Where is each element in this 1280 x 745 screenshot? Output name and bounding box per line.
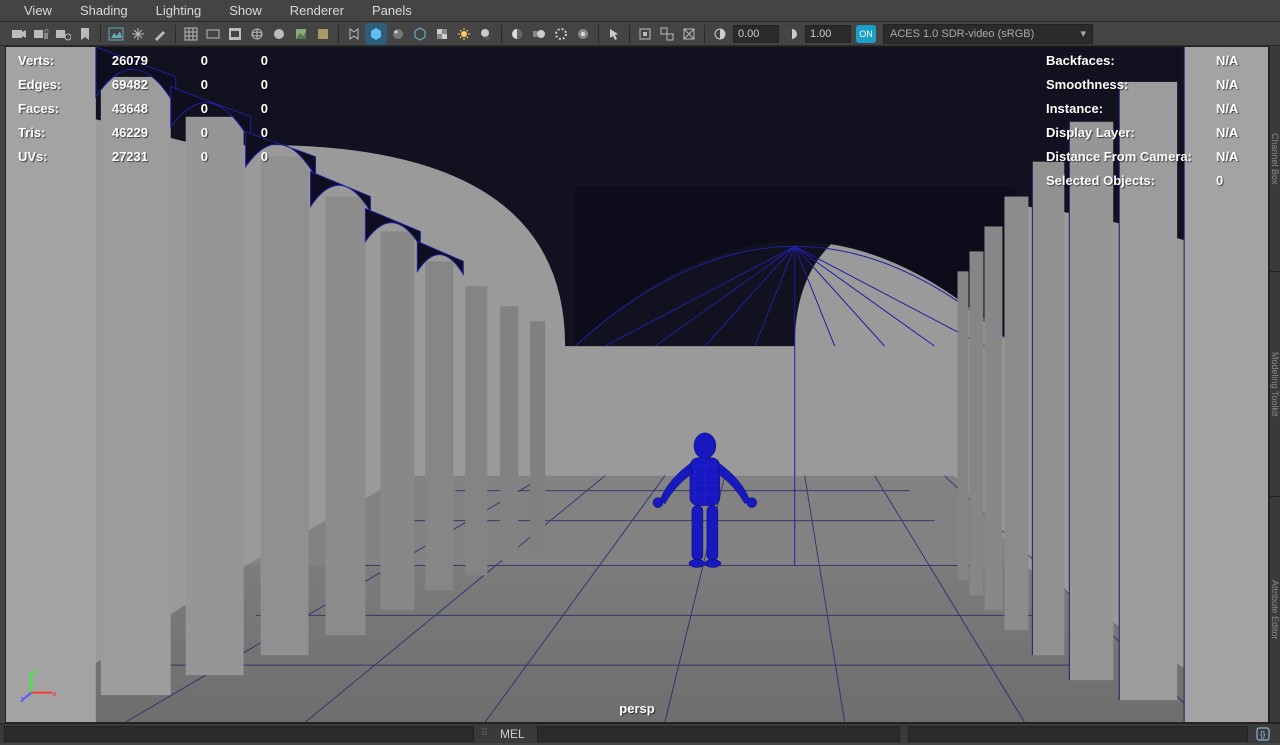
gamma-icon[interactable] — [781, 23, 803, 45]
viewport-frame: Verts:2607900 Edges:6948200 Faces:436480… — [5, 46, 1269, 723]
panel-toolbar: 0.00 1.00 ON ACES 1.0 SDR-video (sRGB) ▾ — [0, 22, 1280, 46]
separator — [598, 25, 599, 43]
script-editor-icon[interactable]: {} — [1252, 723, 1274, 745]
menu-shading[interactable]: Shading — [66, 1, 142, 20]
command-result — [908, 726, 1248, 742]
view-axis-gizmo: y x z — [20, 666, 58, 704]
menu-show[interactable]: Show — [215, 1, 276, 20]
separator — [501, 25, 502, 43]
menu-lighting[interactable]: Lighting — [142, 1, 216, 20]
exposure-field[interactable]: 0.00 — [733, 25, 779, 43]
ao-icon[interactable] — [506, 23, 528, 45]
separator — [338, 25, 339, 43]
exposure-icon[interactable] — [709, 23, 731, 45]
camera-settings-icon[interactable] — [52, 23, 74, 45]
help-line — [4, 726, 474, 742]
menu-panels[interactable]: Panels — [358, 1, 426, 20]
xray-joints-icon[interactable] — [387, 23, 409, 45]
menu-renderer[interactable]: Renderer — [276, 1, 358, 20]
gamma-field[interactable]: 1.00 — [805, 25, 851, 43]
separator — [100, 25, 101, 43]
color-mgmt-toggle[interactable]: ON — [856, 25, 876, 43]
menu-view[interactable]: View — [10, 1, 66, 20]
svg-text:y: y — [33, 666, 38, 676]
view-transform-label: ACES 1.0 SDR-video (sRGB) — [890, 28, 1034, 40]
select-camera-icon[interactable] — [8, 23, 30, 45]
separator — [629, 25, 630, 43]
command-line-bar: ⠿ MEL {} — [0, 723, 1280, 743]
image-plane-icon[interactable] — [105, 23, 127, 45]
shadows-icon[interactable] — [475, 23, 497, 45]
tab-attribute-editor[interactable]: Attribute Editor — [1270, 497, 1280, 723]
svg-text:{}: {} — [1260, 730, 1266, 739]
film-gate-icon[interactable] — [202, 23, 224, 45]
grid-icon[interactable] — [180, 23, 202, 45]
lock-camera-icon[interactable] — [30, 23, 52, 45]
xray-icon[interactable] — [365, 23, 387, 45]
tab-channel-box[interactable]: Channel Box — [1270, 46, 1280, 272]
motion-blur-icon[interactable] — [528, 23, 550, 45]
wireframe-icon[interactable] — [246, 23, 268, 45]
snap-b-icon[interactable] — [656, 23, 678, 45]
svg-text:z: z — [20, 694, 24, 704]
command-input[interactable] — [537, 726, 900, 742]
anti-alias-icon[interactable] — [550, 23, 572, 45]
camera-name-label: persp — [619, 701, 654, 716]
grip-icon[interactable]: ⠿ — [478, 728, 492, 739]
hud-poly-stats: Verts:2607900 Edges:6948200 Faces:436480… — [18, 53, 268, 173]
viewport[interactable]: Verts:2607900 Edges:6948200 Faces:436480… — [6, 47, 1268, 722]
smooth-shade-icon[interactable] — [268, 23, 290, 45]
bookmark-icon[interactable] — [74, 23, 96, 45]
snap-a-icon[interactable] — [634, 23, 656, 45]
view-transform-dropdown[interactable]: ACES 1.0 SDR-video (sRGB) ▾ — [883, 24, 1093, 44]
2d-pan-zoom-icon[interactable] — [127, 23, 149, 45]
hud-object-info: Backfaces:N/A Smoothness:N/A Instance:N/… — [1046, 53, 1256, 197]
textured-icon[interactable] — [290, 23, 312, 45]
script-language-label[interactable]: MEL — [492, 727, 533, 741]
light-icon[interactable] — [453, 23, 475, 45]
isolate-select-icon[interactable] — [343, 23, 365, 45]
gate-mask-icon[interactable] — [224, 23, 246, 45]
panel-menubar: View Shading Lighting Show Renderer Pane… — [0, 0, 1280, 22]
select-icon[interactable] — [603, 23, 625, 45]
snap-c-icon[interactable] — [678, 23, 700, 45]
separator — [175, 25, 176, 43]
texture-display-icon[interactable] — [431, 23, 453, 45]
svg-text:x: x — [52, 688, 57, 698]
use-all-lights-icon[interactable] — [312, 23, 334, 45]
tab-modeling-toolkit[interactable]: Modeling Toolkit — [1270, 272, 1280, 498]
chevron-down-icon: ▾ — [1080, 27, 1086, 40]
separator — [704, 25, 705, 43]
xray-active-icon[interactable] — [409, 23, 431, 45]
grease-pencil-icon[interactable] — [149, 23, 171, 45]
dof-icon[interactable] — [572, 23, 594, 45]
right-panel-tabs: Channel Box Modeling Toolkit Attribute E… — [1269, 46, 1280, 723]
